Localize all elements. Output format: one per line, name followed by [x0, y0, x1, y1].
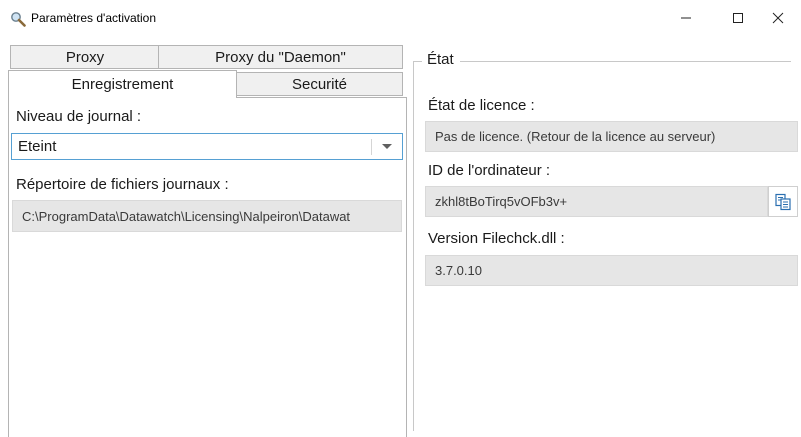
minimize-button[interactable] [663, 0, 709, 36]
chevron-down-icon [382, 144, 392, 149]
log-level-value: Eteint [18, 138, 57, 155]
dropdown-separator [371, 139, 372, 155]
title-bar: Paramètres d'activation [0, 0, 801, 36]
tab-proxy[interactable]: Proxy [10, 45, 159, 69]
computer-id-label: ID de l'ordinateur : [428, 162, 551, 179]
maximize-icon [733, 13, 743, 23]
copy-id-button[interactable] [768, 186, 798, 217]
log-level-dropdown[interactable]: Eteint [11, 133, 403, 160]
minimize-icon [681, 17, 691, 19]
license-status-field[interactable]: Pas de licence. (Retour de la licence au… [425, 121, 798, 152]
copy-clipboard-icon [775, 193, 791, 210]
version-field[interactable]: 3.7.0.10 [425, 255, 798, 286]
window-title: Paramètres d'activation [31, 11, 157, 25]
status-group-title: État [422, 51, 460, 68]
tab-logging[interactable]: Enregistrement [8, 70, 237, 98]
app-icon [10, 11, 26, 27]
log-directory-field[interactable]: C:\ProgramData\Datawatch\Licensing\Nalpe… [12, 200, 402, 232]
license-status-label: État de licence : [428, 97, 535, 114]
close-icon [772, 12, 784, 24]
tab-security[interactable]: Securité [236, 72, 403, 96]
log-level-label: Niveau de journal : [16, 108, 142, 125]
close-button[interactable] [755, 0, 801, 36]
log-directory-label: Répertoire de fichiers journaux : [16, 176, 229, 193]
computer-id-field[interactable]: zkhl8tBoTirq5vOFb3v+ [425, 186, 768, 217]
tab-proxy-daemon[interactable]: Proxy du "Daemon" [158, 45, 403, 69]
version-label: Version Filechck.dll : [428, 230, 565, 247]
